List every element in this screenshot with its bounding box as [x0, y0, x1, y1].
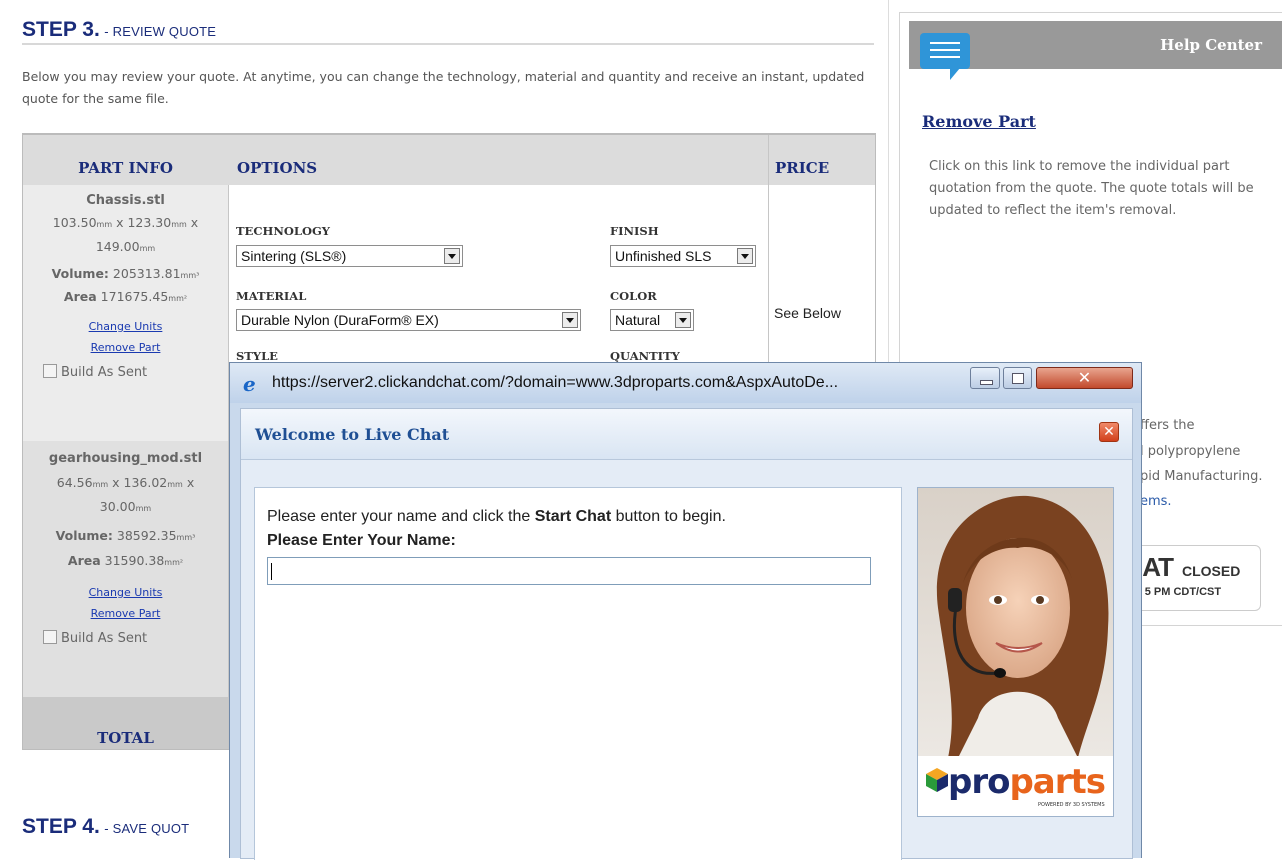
step3-title: - REVIEW QUOTE	[104, 24, 217, 39]
technology-select[interactable]: Sintering (SLS®)	[236, 245, 463, 267]
part-dimensions: 103.50mm x 123.30mm x 149.00mm	[52, 215, 199, 254]
quantity-label: QUANTITY	[610, 349, 680, 363]
finish-label: FINISH	[610, 224, 659, 238]
live-chat-popup-window: e https://server2.clickandchat.com/?doma…	[229, 362, 1142, 860]
cube-logo-icon	[926, 768, 948, 792]
chat-bubble-icon	[920, 33, 970, 69]
name-field-label: Please Enter Your Name:	[267, 532, 456, 549]
chevron-down-icon	[444, 248, 460, 264]
part-dimensions: 64.56mm x 136.02mm x 30.00mm	[56, 475, 195, 514]
help-text-fragment: l polypropylene	[1140, 444, 1241, 459]
window-close-button[interactable]: ✕	[1036, 367, 1133, 389]
build-as-sent-option[interactable]: Build As Sent	[23, 630, 228, 646]
welcome-title: Welcome to Live Chat	[255, 425, 450, 444]
intro-text: Below you may review your quote. At anyt…	[22, 69, 865, 106]
agent-portrait-image	[918, 488, 1113, 758]
build-as-sent-option[interactable]: Build As Sent	[23, 364, 228, 380]
style-label: STYLE	[236, 349, 278, 363]
change-units-link[interactable]: Change Units	[89, 320, 163, 333]
material-select[interactable]: Durable Nylon (DuraForm® EX)	[236, 309, 581, 331]
step3-heading: STEP 3. - REVIEW QUOTE	[22, 18, 216, 42]
change-units-link[interactable]: Change Units	[89, 586, 163, 599]
remove-part-link[interactable]: Remove Part	[91, 607, 161, 620]
finish-select[interactable]: Unfinished SLS	[610, 245, 756, 267]
remove-part-link[interactable]: Remove Part	[91, 341, 161, 354]
part-volume: Volume: 38592.35mm³	[55, 528, 196, 543]
step4-heading: STEP 4. - SAVE QUOT	[22, 815, 189, 839]
total-label: TOTAL	[97, 729, 154, 747]
proparts-logo: proparts POWERED BY 3D SYSTEMS	[918, 756, 1113, 816]
material-label: MATERIAL	[236, 289, 307, 303]
header-price: PRICE	[775, 159, 830, 177]
minimize-button[interactable]	[970, 367, 1000, 389]
part-info-cell: gearhousing_mod.stl 64.56mm x 136.02mm x…	[23, 451, 228, 646]
step4-number: STEP 4.	[22, 815, 100, 838]
header-options: OPTIONS	[237, 159, 318, 177]
logo-tagline: POWERED BY 3D SYSTEMS	[1038, 802, 1105, 808]
chevron-down-icon	[675, 312, 691, 328]
popup-url: https://server2.clickandchat.com/?domain…	[272, 374, 839, 391]
help-items-link[interactable]: ems.	[1140, 494, 1172, 509]
chat-content-area: Welcome to Live Chat ✕ Please enter your…	[240, 408, 1133, 860]
help-text-fragment: pid Manufacturing.	[1140, 469, 1263, 484]
chat-status-hours: - 5 PM CDT/CST	[1138, 586, 1222, 598]
agent-photo: proparts POWERED BY 3D SYSTEMS	[917, 487, 1114, 817]
part-name: gearhousing_mod.stl	[48, 451, 203, 466]
help-text-fragment: ffers the	[1140, 418, 1195, 433]
technology-label: TECHNOLOGY	[236, 224, 331, 238]
text-caret	[271, 563, 272, 580]
step3-divider	[22, 43, 874, 45]
help-remove-part-text: Click on this link to remove the individ…	[929, 159, 1254, 218]
header-part-info: PART INFO	[78, 159, 173, 177]
step3-number: STEP 3.	[22, 18, 100, 41]
price-value: See Below	[774, 305, 841, 321]
help-center-title: Help Center	[1160, 36, 1262, 54]
part-area: Area 171675.45mm²	[63, 289, 188, 304]
part-volume: Volume: 205313.81mm³	[51, 266, 200, 281]
maximize-button[interactable]	[1003, 367, 1032, 389]
help-remove-part-title[interactable]: Remove Part	[922, 112, 1036, 131]
close-icon[interactable]: ✕	[1099, 422, 1119, 442]
chat-status-closed: CLOSED	[1182, 563, 1241, 579]
part-info-cell: Chassis.stl 103.50mm x 123.30mm x 149.00…	[23, 193, 228, 380]
logo-wordmark: proparts	[948, 762, 1106, 802]
part-name: Chassis.stl	[86, 193, 165, 208]
chat-form: Please enter your name and click the Sta…	[254, 487, 902, 860]
part-area: Area 31590.38mm²	[67, 553, 184, 568]
chat-bubble-tail	[950, 68, 960, 80]
build-as-sent-checkbox[interactable]	[43, 364, 57, 378]
step4-title: - SAVE QUOT	[104, 821, 190, 836]
chevron-down-icon	[737, 248, 753, 264]
color-select[interactable]: Natural	[610, 309, 694, 331]
chevron-down-icon	[562, 312, 578, 328]
chat-instructions: Please enter your name and click the Sta…	[267, 508, 726, 525]
build-as-sent-checkbox[interactable]	[43, 630, 57, 644]
color-label: COLOR	[610, 289, 657, 303]
live-chat-status-badge: IAT CLOSED - 5 PM CDT/CST	[1128, 545, 1261, 611]
name-input[interactable]	[267, 557, 871, 585]
internet-explorer-icon: e	[243, 372, 256, 396]
